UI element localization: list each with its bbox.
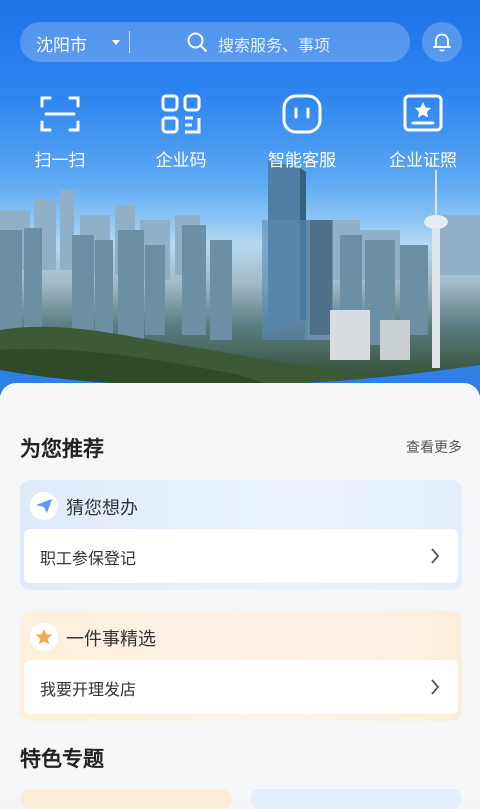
bell-icon — [433, 33, 451, 52]
quick-action-label: 扫一扫 — [34, 151, 86, 171]
quick-action-enterprise-license[interactable]: 企业证照 — [368, 92, 478, 172]
card-title: 猜您想办 — [66, 498, 138, 519]
star-icon — [36, 629, 52, 645]
notification-button[interactable] — [422, 22, 462, 62]
list-item[interactable]: 我要开理发店 — [24, 660, 458, 714]
qr-code-icon — [161, 94, 201, 134]
badge — [30, 492, 58, 520]
feature-card-partial[interactable] — [250, 789, 462, 809]
quick-action-label: 企业证照 — [389, 151, 457, 171]
quick-action-enterprise-code[interactable]: 企业码 — [126, 92, 236, 172]
list-item[interactable]: 职工参保登记 — [24, 529, 458, 583]
list-item-label: 职工参保登记 — [40, 549, 137, 568]
main-content: 为您推荐 查看更多 猜您想办 职工参保登记 一件事精选 我要开理发店 特色专题 — [0, 383, 480, 809]
list-item-label: 我要开理发店 — [40, 680, 137, 699]
top-bar: 沈阳市 搜索服务、事项 — [20, 22, 462, 64]
badge — [30, 623, 58, 651]
hero-banner: 沈阳市 搜索服务、事项 扫一扫 企业码 智能客服 企业证照 — [0, 0, 480, 395]
divider — [129, 31, 130, 53]
section-title-features: 特色专题 — [20, 747, 104, 771]
quick-action-smart-service[interactable]: 智能客服 — [247, 92, 357, 172]
search-icon — [187, 32, 207, 52]
search-bar[interactable]: 沈阳市 搜索服务、事项 — [20, 22, 410, 62]
search-input[interactable]: 搜索服务、事项 — [218, 32, 330, 56]
guess-card: 猜您想办 职工参保登记 — [20, 480, 462, 590]
section-title-recommend: 为您推荐 — [20, 437, 104, 461]
chevron-right-icon — [431, 679, 440, 695]
view-more-link[interactable]: 查看更多 — [406, 437, 462, 457]
card-title: 一件事精选 — [66, 629, 156, 650]
feature-card-partial[interactable] — [20, 789, 232, 809]
quick-action-label: 智能客服 — [268, 151, 336, 171]
quick-action-label: 企业码 — [155, 151, 207, 171]
scan-icon — [40, 96, 80, 132]
city-selector[interactable]: 沈阳市 — [36, 31, 87, 56]
quick-action-scan[interactable]: 扫一扫 — [5, 92, 115, 172]
featured-card: 一件事精选 我要开理发店 — [20, 611, 462, 721]
chevron-right-icon — [431, 548, 440, 564]
license-certificate-icon — [403, 94, 443, 132]
city-skyline-image — [0, 160, 480, 395]
robot-service-icon — [282, 94, 322, 134]
caret-down-icon[interactable] — [112, 40, 120, 45]
paper-plane-icon — [36, 499, 52, 513]
